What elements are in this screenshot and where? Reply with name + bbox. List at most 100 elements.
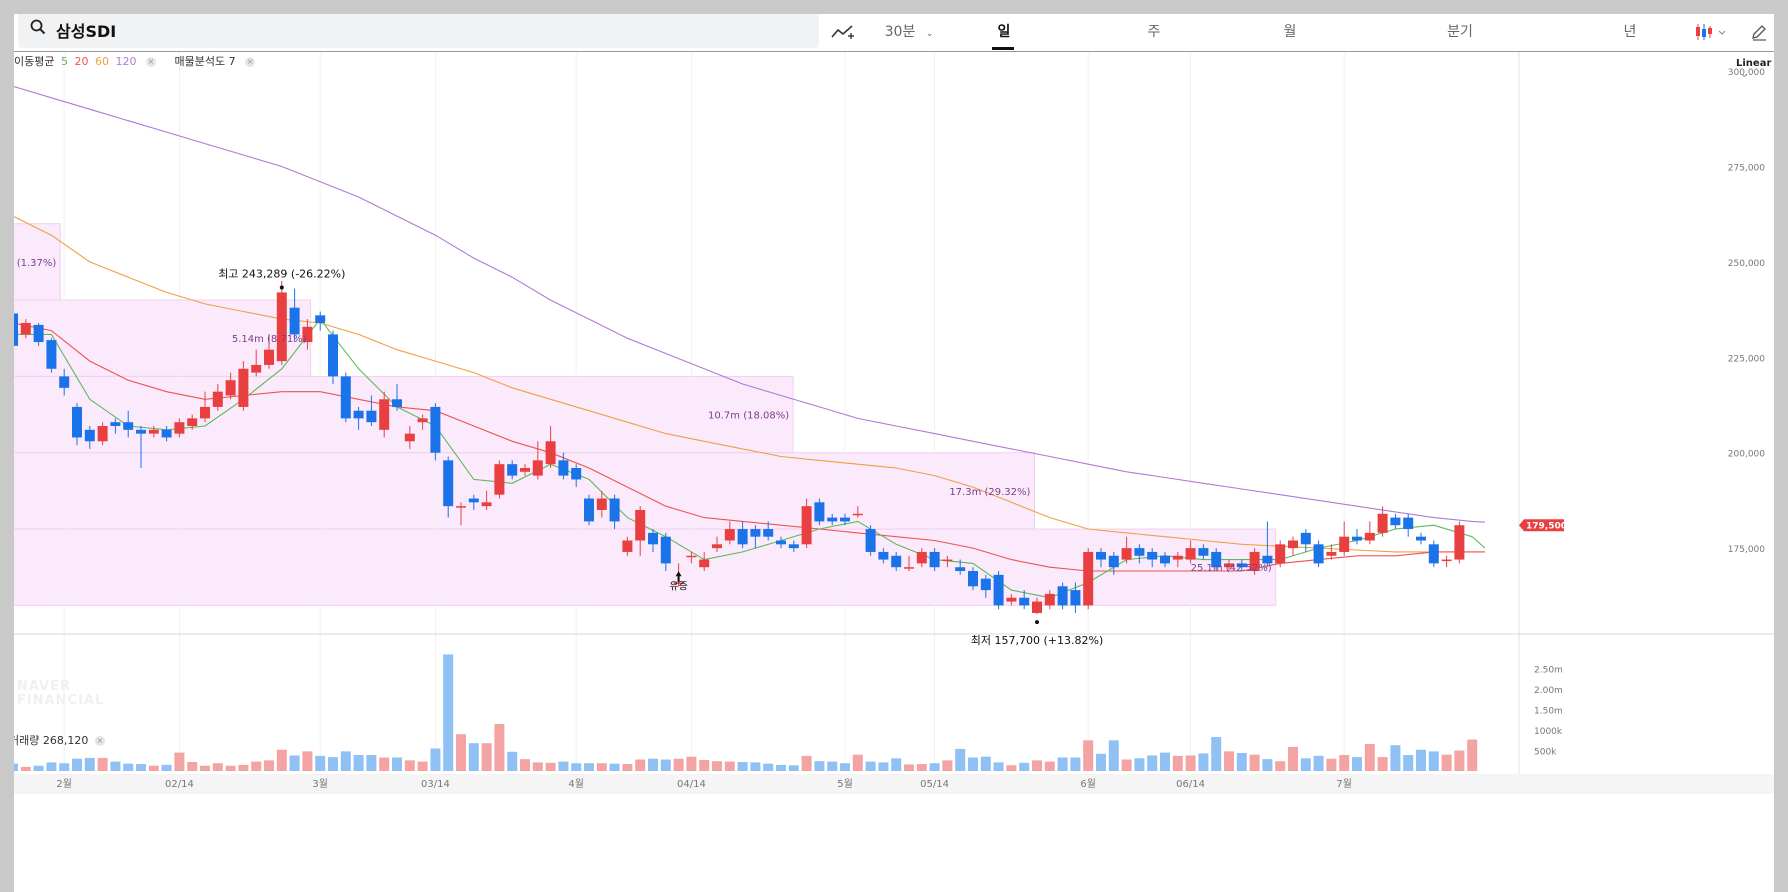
volume-bar [20, 766, 31, 771]
tab-day[interactable]: 일 [974, 14, 1034, 50]
volume-bar [174, 752, 185, 771]
volume-bar [1160, 752, 1170, 771]
candle-body [251, 364, 262, 373]
volume-bar [648, 758, 658, 771]
chart-canvas[interactable]: 175,000200,000225,000250,000275,000300,0… [14, 14, 1774, 892]
candle [865, 525, 876, 556]
remove-ma-button[interactable]: × [145, 57, 156, 67]
candle [1403, 513, 1414, 537]
volume-bar [1147, 755, 1158, 771]
pencil-icon[interactable] [1750, 23, 1768, 41]
candle-type-icon[interactable] [1694, 22, 1728, 42]
candle-body [59, 376, 70, 388]
candle-body [635, 509, 646, 541]
volume-bar [865, 761, 876, 771]
candle-body [993, 574, 1004, 606]
candle-body [1160, 555, 1170, 564]
price-tick-label: 175,000 [1728, 545, 1765, 555]
tab-underline [992, 47, 1014, 50]
volume-bar [571, 763, 582, 771]
volume-bar [1134, 758, 1145, 771]
time-tick-label: 7월 [1336, 778, 1352, 790]
volume-bar [1224, 751, 1234, 771]
candle-body [97, 426, 108, 442]
price-tick-label: 250,000 [1728, 259, 1765, 269]
tab-quarter[interactable]: 분기 [1430, 14, 1490, 50]
price-axis: 175,000200,000225,000250,000275,000300,0… [1728, 68, 1765, 555]
tab-month[interactable]: 월 [1260, 14, 1320, 50]
candle-body [571, 467, 582, 480]
ma-label: 이동평균 [14, 55, 55, 68]
volume-bar [968, 757, 978, 771]
interval-dropdown[interactable]: 30분 ⌄ [874, 14, 944, 50]
volume-bar [622, 764, 633, 771]
volume-bar [1467, 739, 1478, 771]
volume-bar [468, 743, 479, 771]
time-tick-label: 02/14 [165, 779, 194, 790]
candle-body [532, 460, 543, 476]
candle-body [72, 406, 82, 438]
volume-bar [14, 763, 18, 771]
candle-body [1019, 597, 1030, 606]
volume-bar [1364, 744, 1375, 771]
candle [1275, 540, 1286, 568]
candle-body [1006, 597, 1017, 602]
volume-bar [379, 757, 390, 771]
candle-body [123, 422, 134, 430]
candle-body [1057, 586, 1068, 606]
scale-label: Linear [1736, 58, 1772, 69]
volume-bar [1249, 754, 1260, 771]
volume-bar [1185, 755, 1196, 771]
time-axis-background [14, 774, 1774, 794]
candle-body [878, 551, 889, 560]
tab-year[interactable]: 년 [1600, 14, 1660, 50]
scale-toggle[interactable]: Linear ⌄ [1736, 58, 1774, 80]
candle [1300, 529, 1311, 552]
candle-body [1121, 548, 1132, 560]
candle-body [737, 529, 748, 545]
volume-bar [33, 765, 44, 771]
volume-bar [1108, 740, 1119, 771]
volume-bar [1326, 758, 1337, 771]
remove-volume-button[interactable]: × [94, 736, 105, 746]
volume-bar [1057, 757, 1068, 771]
candle-body [443, 460, 454, 507]
volume-bar [993, 762, 1004, 771]
volume-label: 거래량 268,120 [14, 734, 89, 747]
candle-body [264, 349, 274, 365]
volume-bar [1441, 754, 1452, 771]
candle [1313, 540, 1324, 568]
tab-week[interactable]: 주 [1124, 14, 1184, 50]
candle-body [174, 422, 185, 434]
volume-tick-label: 500k [1534, 748, 1557, 758]
candle-body [1416, 536, 1426, 541]
search-input[interactable]: 삼성SDI [18, 14, 819, 48]
volume-bar [136, 764, 146, 771]
volume-bar [97, 757, 108, 771]
chevron-down-icon: ⌄ [925, 29, 934, 39]
volume-profile-label: 매물분석도 7 [174, 55, 236, 68]
volume-bar [891, 758, 902, 771]
candle-body [289, 307, 300, 335]
candle-body [750, 529, 761, 537]
volume-tick-label: 1000k [1534, 727, 1563, 737]
candle-body [1441, 559, 1452, 562]
candle-body [456, 506, 466, 508]
volume-profile-label: 811k (1.37%) [14, 258, 56, 269]
volume-bar [699, 759, 710, 771]
volume-bar [148, 765, 159, 771]
candle-body [187, 418, 198, 427]
candle-body [545, 441, 556, 465]
event-label: 유증 [669, 580, 687, 592]
candle-body [968, 571, 978, 587]
draw-trend-icon[interactable] [830, 22, 856, 42]
candle [993, 571, 1004, 610]
remove-vp-button[interactable]: × [245, 57, 256, 67]
candle [328, 330, 338, 385]
price-tick-label: 275,000 [1728, 163, 1765, 173]
volume-bar [1390, 745, 1401, 771]
volume-bar [916, 764, 927, 771]
candle-body [1377, 513, 1388, 533]
candle-body [392, 399, 402, 407]
volume-bar [404, 760, 415, 771]
